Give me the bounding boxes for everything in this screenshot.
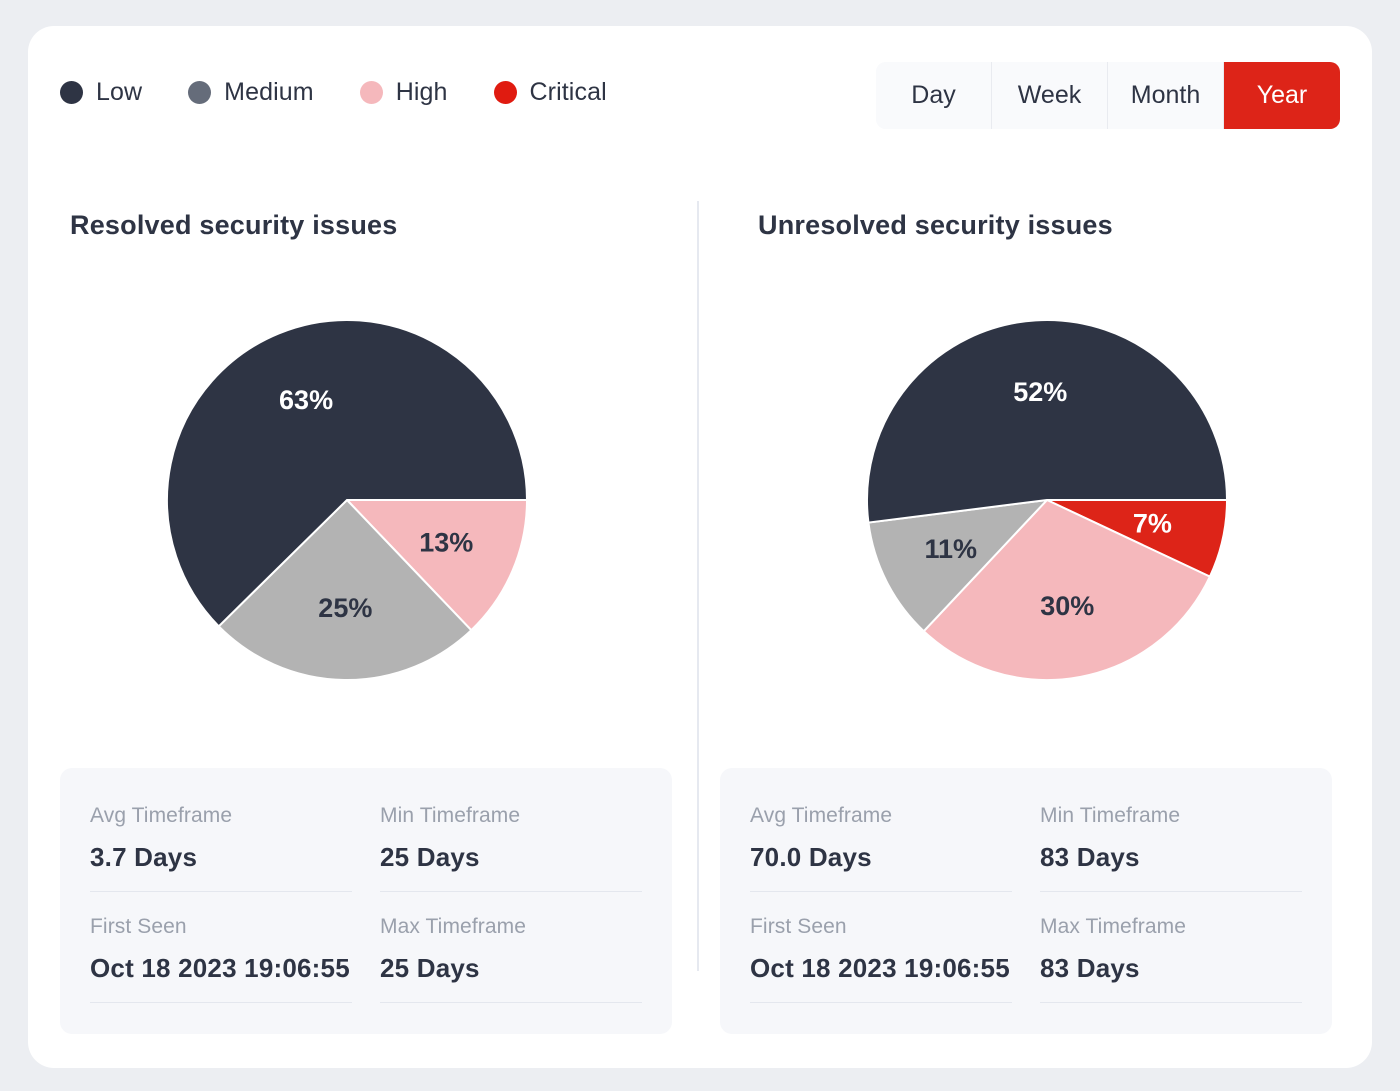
stat-label: First Seen <box>750 915 847 938</box>
stat-label: Min Timeframe <box>1040 804 1181 827</box>
dashboard-card: Low Medium High Critical Day Week Month Year R… <box>28 26 1372 1068</box>
timeframe-option-month[interactable]: Month <box>1108 62 1224 129</box>
page-title: Resolved security issues <box>70 210 398 240</box>
severity-dot-icon <box>493 81 517 104</box>
stat-value: 83 Days <box>1040 842 1302 892</box>
resolved-issues-panel: Resolved security issues 13% 25% 63% Avg T… <box>28 156 700 1068</box>
timeframe-option-week[interactable]: Week <box>992 62 1108 129</box>
stat-cell: Min Timeframe 83 Days <box>1038 804 1304 897</box>
legend-item-critical[interactable]: Critical <box>493 78 607 107</box>
pie-slice-label: 52% <box>1013 377 1067 407</box>
page-title: Unresolved security issues <box>758 210 1113 240</box>
severity-legend: Low Medium High Critical <box>60 78 653 107</box>
severity-dot-icon <box>359 81 383 104</box>
stat-cell: Max Timeframe 83 Days <box>1038 915 1304 1008</box>
stat-cell: Min Timeframe 25 Days <box>378 804 644 897</box>
severity-dot-icon <box>60 81 83 104</box>
pie-slice-label: 63% <box>279 385 333 415</box>
stat-value: 3.7 Days <box>90 842 352 892</box>
pie-slice-label: 11% <box>924 534 977 564</box>
legend-item-label: Low <box>96 78 143 106</box>
pie-svg: 13% 25% 63% <box>166 319 529 681</box>
pie-svg: 7% 30% 11% 52% <box>866 319 1229 681</box>
legend-item-medium[interactable]: Medium <box>188 78 314 107</box>
timeframe-option-day[interactable]: Day <box>876 62 992 129</box>
legend-item-label: Critical <box>529 78 607 106</box>
pie-slice-label: 30% <box>1040 591 1094 621</box>
timeframe-selector[interactable]: Day Week Month Year <box>876 62 1340 129</box>
stat-value: Oct 18 2023 19:06:55 <box>90 953 352 1003</box>
legend-item-label: High <box>395 78 448 106</box>
pie-slice-label: 25% <box>318 593 372 623</box>
stat-value: Oct 18 2023 19:06:55 <box>750 953 1012 1003</box>
resolved-stats-panel: Avg Timeframe 3.7 Days Min Timeframe 25 Day… <box>60 768 672 1034</box>
stat-label: Max Timeframe <box>380 915 526 938</box>
stat-label: Avg Timeframe <box>750 804 893 827</box>
legend-item-high[interactable]: High <box>359 78 448 107</box>
legend-item-label: Medium <box>224 78 314 106</box>
panel-divider <box>697 201 699 971</box>
unresolved-stats-panel: Avg Timeframe 70.0 Days Min Timeframe 83 Da… <box>720 768 1332 1034</box>
stat-label: First Seen <box>90 915 187 938</box>
dashboard-header: Low Medium High Critical Day Week Month Year <box>28 26 1372 156</box>
stat-cell: Avg Timeframe 70.0 Days <box>748 804 1014 897</box>
stat-label: Min Timeframe <box>380 804 521 827</box>
charts-area: Resolved security issues 13% 25% 63% Avg T… <box>28 156 1372 1068</box>
pie-slice-label: 7% <box>1133 509 1172 539</box>
stat-value: 25 Days <box>380 842 642 892</box>
stat-value: 83 Days <box>1040 953 1302 1003</box>
stat-cell: Avg Timeframe 3.7 Days <box>88 804 354 897</box>
resolved-pie-chart: 13% 25% 63% <box>28 316 700 684</box>
timeframe-option-year[interactable]: Year <box>1224 62 1340 129</box>
stat-value: 70.0 Days <box>750 842 1012 892</box>
legend-item-low[interactable]: Low <box>60 78 142 107</box>
pie-slice-label: 13% <box>419 527 473 557</box>
stat-cell: Max Timeframe 25 Days <box>378 915 644 1008</box>
unresolved-issues-panel: Unresolved security issues 7% 30% 11% 52% A… <box>700 156 1372 1068</box>
stat-label: Max Timeframe <box>1040 915 1186 938</box>
severity-dot-icon <box>188 81 212 104</box>
unresolved-pie-chart: 7% 30% 11% 52% <box>700 316 1372 684</box>
stat-cell: First Seen Oct 18 2023 19:06:55 <box>88 915 354 1008</box>
pie-slice-low[interactable] <box>866 319 1229 524</box>
stat-value: 25 Days <box>380 953 642 1003</box>
stat-cell: First Seen Oct 18 2023 19:06:55 <box>748 915 1014 1008</box>
stat-label: Avg Timeframe <box>90 804 233 827</box>
